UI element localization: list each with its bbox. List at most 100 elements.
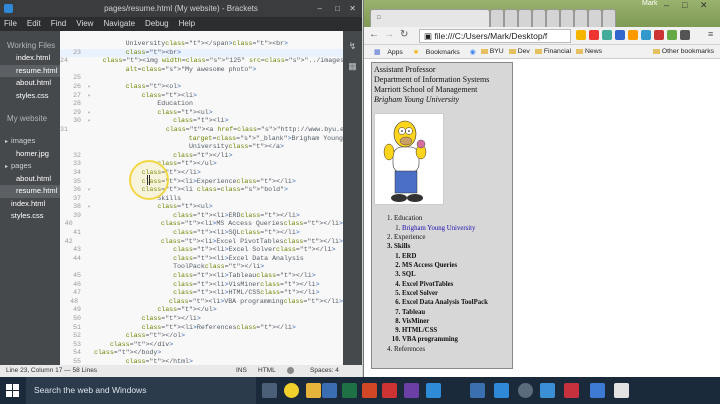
star-icon[interactable] — [576, 30, 586, 40]
app-icon[interactable] — [470, 383, 485, 398]
tab-active[interactable]: □ — [370, 9, 490, 27]
tab-10[interactable] — [602, 9, 616, 27]
bookmark-apps[interactable]: ▦ Apps — [369, 48, 403, 56]
tree-file-resume[interactable]: resume.html — [0, 185, 60, 198]
app-icon[interactable] — [564, 383, 579, 398]
tab-8[interactable] — [574, 9, 588, 27]
insert-mode[interactable]: INS — [236, 365, 247, 377]
bookmark-folder-financial[interactable]: Financial — [535, 48, 571, 55]
visual-studio-icon[interactable] — [404, 383, 419, 398]
address-bar[interactable]: ▣ file:///C:/Users/Mark/Desktop/f — [419, 29, 571, 43]
fold-toggle-icon[interactable]: ▾ — [84, 186, 94, 195]
bookmark-folder-dev[interactable]: Dev — [509, 48, 530, 55]
fold-toggle-icon[interactable] — [84, 306, 94, 315]
fold-toggle-icon[interactable] — [84, 135, 94, 144]
code-line[interactable]: ToolPackclass="t"></li> — [60, 263, 343, 272]
fold-toggle-icon[interactable] — [84, 324, 94, 333]
brackets-taskbar-icon[interactable] — [494, 383, 509, 398]
tree-file-styles[interactable]: styles.css — [0, 210, 60, 223]
file-explorer-icon[interactable] — [306, 383, 321, 398]
app-icon[interactable] — [382, 383, 397, 398]
code-line[interactable]: 28 Education — [60, 100, 343, 109]
close-icon[interactable]: ✕ — [349, 0, 356, 17]
chrome-maximize-icon[interactable]: □ — [682, 0, 687, 10]
live-preview-icon[interactable]: ↯ — [348, 41, 358, 51]
tree-folder-pages[interactable]: pages — [0, 160, 60, 173]
back-icon[interactable]: ← — [369, 29, 379, 40]
fold-toggle-icon[interactable] — [84, 332, 94, 341]
menu-edit[interactable]: Edit — [27, 17, 41, 31]
menu-view[interactable]: View — [76, 17, 93, 31]
menu-debug[interactable]: Debug — [145, 17, 169, 31]
code-line[interactable]: 41 class="t"><li>SQLclass="t"></li> — [60, 229, 343, 238]
fold-toggle-icon[interactable] — [81, 298, 90, 307]
app-icon[interactable] — [518, 383, 533, 398]
extension-icon[interactable] — [615, 30, 625, 40]
code-line[interactable]: 50 class="t"></li> — [60, 315, 343, 324]
code-line[interactable]: 26 ▾ class="t"><ol> — [60, 83, 343, 92]
working-file-styles[interactable]: styles.css — [0, 90, 60, 103]
fold-toggle-icon[interactable] — [84, 40, 94, 49]
fold-toggle-icon[interactable] — [84, 178, 94, 187]
code-line[interactable]: 43 class="t"><li>Excel Solverclass="t"><… — [60, 246, 343, 255]
code-line[interactable]: 31 class="t"><a href=class="s">"http://w… — [60, 126, 343, 135]
code-line[interactable]: 45 class="t"><li>Tableauclass="t"></li> — [60, 272, 343, 281]
code-line[interactable]: Universityclass="t"></span>class="t"><br… — [60, 40, 343, 49]
extension-icon[interactable] — [641, 30, 651, 40]
tree-file-homer[interactable]: homer.jpg — [0, 148, 60, 161]
chrome-close-icon[interactable]: ✕ — [700, 0, 708, 11]
fold-toggle-icon[interactable]: ▾ — [84, 109, 94, 118]
fold-toggle-icon[interactable] — [84, 289, 94, 298]
profile-name[interactable]: Mark — [642, 0, 658, 7]
extension-icon[interactable] — [667, 30, 677, 40]
tab-9[interactable] — [588, 9, 602, 27]
extension-icon[interactable] — [628, 30, 638, 40]
fold-toggle-icon[interactable] — [84, 255, 94, 264]
fold-toggle-icon[interactable] — [84, 152, 94, 161]
project-dropdown[interactable]: My website — [0, 112, 60, 125]
fold-toggle-icon[interactable] — [84, 263, 94, 272]
fold-toggle-icon[interactable]: ▾ — [84, 117, 94, 126]
code-line[interactable]: 23 class="t"><br> — [60, 48, 343, 58]
code-line[interactable]: 40 class="t"><li>MS Access Queriesclass=… — [60, 220, 343, 229]
working-file-index[interactable]: index.html — [0, 52, 60, 65]
code-editor[interactable]: Universityclass="t"></span>class="t"><br… — [60, 31, 343, 365]
code-line[interactable]: 49 class="t"></ul> — [60, 306, 343, 315]
chrome-taskbar-icon[interactable] — [284, 383, 299, 398]
code-line[interactable]: 55 class="t"></html> — [60, 358, 343, 365]
forward-icon[interactable]: → — [384, 29, 394, 40]
windows-start-icon[interactable] — [6, 384, 19, 397]
code-line[interactable]: Universityclass="t"></a> — [60, 143, 343, 152]
code-line[interactable]: 37 Skills — [60, 195, 343, 204]
fold-toggle-icon[interactable] — [84, 229, 94, 238]
code-line[interactable]: target=class="s">"_blank">Brigham Young — [60, 135, 343, 144]
bookmark-blank[interactable]: ◉ — [465, 48, 476, 56]
code-line[interactable]: 47 class="t"><li>HTML/CSSclass="t"></li> — [60, 289, 343, 298]
extension-icon[interactable] — [680, 30, 690, 40]
menu-navigate[interactable]: Navigate — [103, 17, 135, 31]
app-icon[interactable] — [590, 383, 605, 398]
code-line[interactable]: 33 class="t"></ul> — [60, 160, 343, 169]
chrome-minimize-icon[interactable]: – — [664, 0, 669, 10]
app-icon[interactable] — [540, 383, 555, 398]
language-select[interactable]: HTML — [258, 365, 276, 377]
word-icon[interactable] — [322, 383, 337, 398]
fold-toggle-icon[interactable] — [84, 315, 94, 324]
tab-7[interactable] — [560, 9, 574, 27]
fold-toggle-icon[interactable] — [84, 358, 94, 365]
taskbar-search[interactable]: Search the web and Windows — [26, 377, 256, 404]
tree-folder-images[interactable]: images — [0, 135, 60, 148]
code-line[interactable]: 32 class="t"></li> — [60, 152, 343, 161]
fold-toggle-icon[interactable] — [84, 143, 94, 152]
reload-icon[interactable]: ↻ — [400, 29, 408, 40]
extension-icon[interactable] — [602, 30, 612, 40]
extension-manager-icon[interactable]: ▦ — [348, 61, 358, 71]
code-lines[interactable]: Universityclass="t"></span>class="t"><br… — [60, 31, 343, 365]
code-line[interactable]: 54 class="t"></body> — [60, 349, 343, 358]
tree-file-about[interactable]: about.html — [0, 173, 60, 186]
other-bookmarks[interactable]: Other bookmarks — [653, 48, 714, 55]
app-icon[interactable] — [614, 383, 629, 398]
maximize-icon[interactable]: □ — [335, 0, 340, 17]
tab-5[interactable] — [532, 9, 546, 27]
code-line[interactable]: 29 ▾ class="t"><ul> — [60, 109, 343, 118]
